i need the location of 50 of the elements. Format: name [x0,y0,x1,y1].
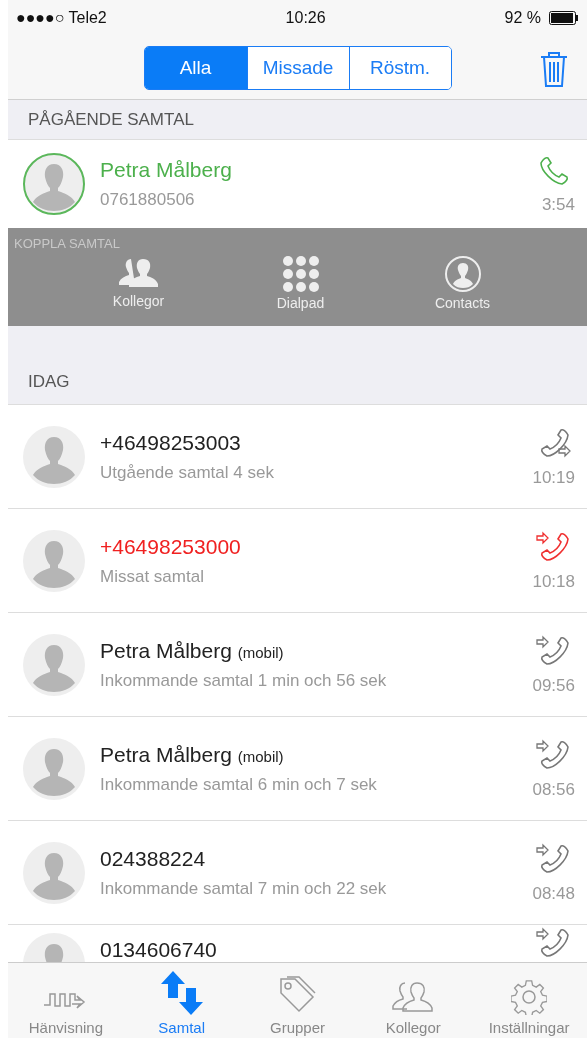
call-time: 08:56 [532,779,575,800]
call-duration: 3:54 [541,195,575,215]
transfer-header: KOPPLA SAMTAL [14,236,121,251]
call-detail: Missat samtal [100,566,205,587]
dialpad-icon [281,255,320,293]
call-time: 09:56 [532,675,575,696]
call-detail: Inkommande samtal 6 min och 7 sek [100,774,378,795]
transfer-action-button[interactable]: Kollegor [83,255,194,311]
contact-icon [443,255,482,293]
segment-tab[interactable]: Alla [144,46,247,89]
section-header: IDAG [8,360,587,405]
call-detail: Inkommande samtal 1 min och 56 sek [100,670,388,691]
transfer-action-button[interactable]: Dialpad [245,255,356,311]
battery-percent: 92 % [504,9,541,27]
call-time: 08:48 [532,883,575,904]
tab-bar-item[interactable]: Kollegor [360,979,466,1036]
tags-icon [277,975,318,1015]
avatar-icon [22,528,86,593]
avatar-icon [22,840,86,905]
settings-icon [511,979,548,1015]
segment-tab[interactable]: Röstm. [348,46,451,89]
call-detail: Utgående samtal 4 sek [100,462,275,483]
caller-name: 0134606740 [100,938,218,962]
call-time: 10:18 [532,571,575,592]
avatar-icon [22,736,86,801]
tab-bar-item[interactable]: Inställningar [476,979,582,1036]
caller-name: +46498253000 [100,534,242,559]
carrier-label: ●●●●○ Tele2 [16,9,107,27]
call-detail: Inkommande samtal 7 min och 22 sek [100,878,388,899]
up-down-arrows-icon [158,971,205,1015]
people-icon [391,979,436,1015]
tab-bar-item[interactable]: Hänvisning [13,985,119,1036]
caller-name: Petra Målberg (mobil) [100,638,285,663]
transfer-action-button[interactable]: Contacts [407,255,518,311]
clock: 10:26 [285,9,326,27]
avatar-icon [22,152,86,216]
caller-name: 024388224 [100,846,207,871]
avatar-icon [22,632,86,697]
tab-bar-item[interactable]: Samtal [129,971,235,1036]
caller-number: 0761880506 [100,190,196,210]
trash-icon[interactable] [539,50,569,88]
battery-icon [549,11,579,25]
avatar-icon [22,424,86,489]
call-time: 10:19 [532,467,575,488]
caller-name: +46498253003 [100,430,242,455]
tab-bar-item[interactable]: Grupper [245,975,350,1036]
segment-tab[interactable]: Missade [246,46,349,89]
caller-name: Petra Målberg (mobil) [100,742,285,767]
section-header: PÅGÅENDE SAMTAL [8,100,587,140]
caller-name: Petra Målberg [100,158,233,182]
